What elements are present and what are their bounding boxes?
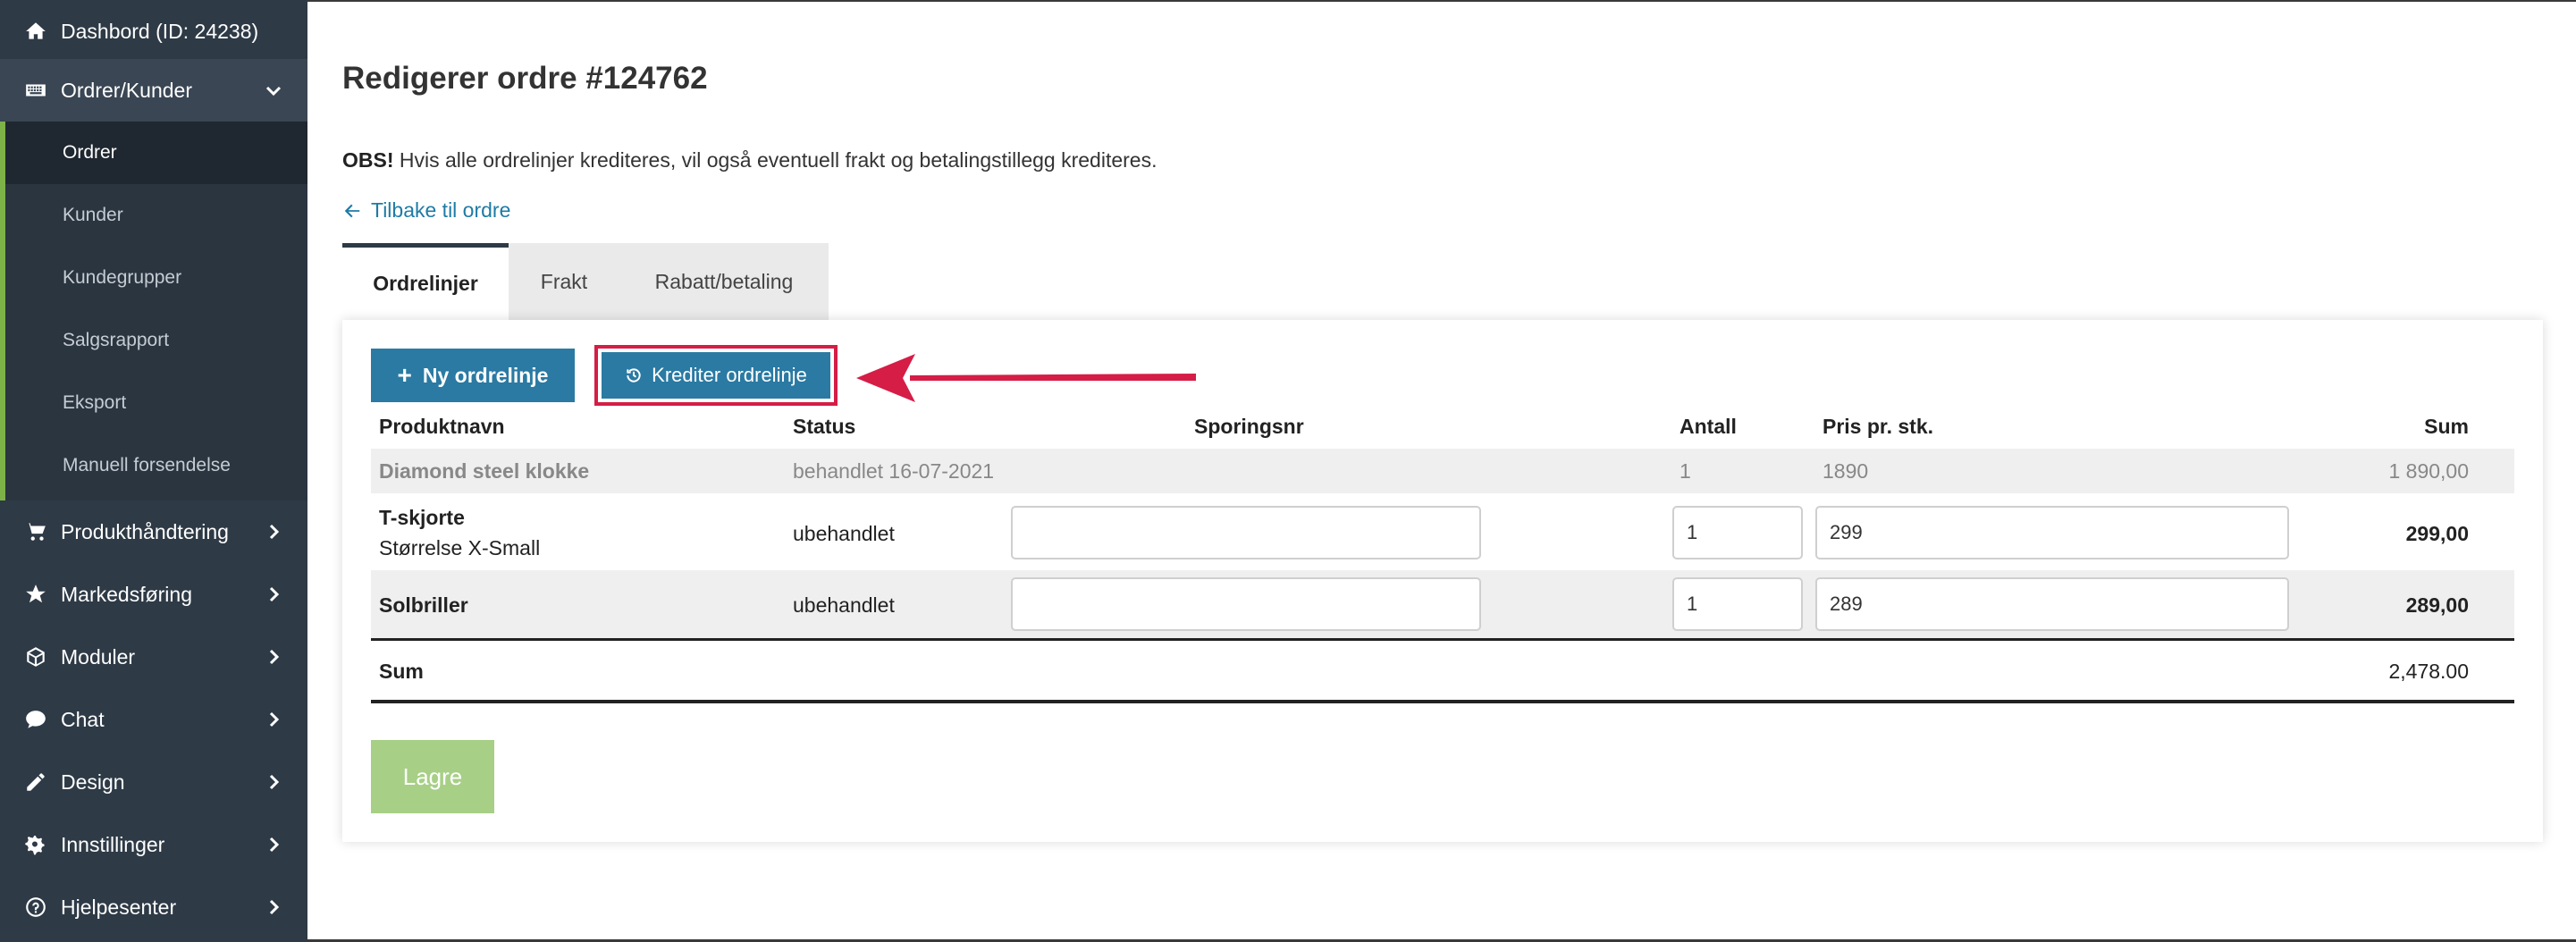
notice-message: Hvis alle ordrelinjer krediteres, vil og… bbox=[393, 148, 1158, 172]
quantity-input[interactable] bbox=[1672, 577, 1803, 631]
table-row: Diamond steel klokke behandlet 16-07-202… bbox=[371, 449, 2514, 493]
column-header-unit-price: Pris pr. stk. bbox=[1823, 415, 1934, 438]
product-name: T-skjorte bbox=[379, 506, 465, 529]
row-unit-price: 1890 bbox=[1823, 459, 1869, 483]
back-to-order-link[interactable]: Tilbake til ordre bbox=[342, 198, 510, 223]
row-sum: 1 890,00 bbox=[2388, 459, 2469, 483]
notice-text: OBS! Hvis alle ordrelinjer krediteres, v… bbox=[342, 148, 1157, 172]
sidebar-item-label: Produkthåndtering bbox=[61, 519, 229, 543]
quantity-input[interactable] bbox=[1672, 506, 1803, 559]
sum-total: 2,478.00 bbox=[2388, 660, 2469, 683]
chevron-right-icon bbox=[263, 771, 284, 793]
column-header-status: Status bbox=[793, 415, 856, 438]
sidebar-item-label: Innstillinger bbox=[61, 832, 165, 856]
product-name: Diamond steel klokke bbox=[379, 459, 590, 483]
chevron-right-icon bbox=[263, 521, 284, 542]
pencil-icon bbox=[23, 770, 48, 795]
sidebar-item-dashboard[interactable]: Dashbord (ID: 24238) bbox=[0, 0, 307, 63]
sidebar-item-label: Hjelpesenter bbox=[61, 895, 177, 919]
plus-icon: + bbox=[397, 361, 412, 389]
sidebar: Dashbord (ID: 24238) Ordrer/Kunder Ordre… bbox=[0, 0, 307, 942]
chevron-down-icon bbox=[263, 80, 284, 101]
row-status: ubehandlet bbox=[793, 522, 895, 545]
sidebar-item-label: Chat bbox=[61, 707, 105, 731]
sidebar-subitem-ordrer[interactable]: Ordrer bbox=[5, 122, 307, 184]
tab-rabatt-betaling[interactable]: Rabatt/betaling bbox=[619, 243, 829, 320]
chevron-right-icon bbox=[263, 896, 284, 918]
product-name: Solbriller bbox=[379, 593, 468, 617]
sidebar-item-moduler[interactable]: Moduler bbox=[0, 626, 307, 688]
sidebar-item-orders-customers[interactable]: Ordrer/Kunder bbox=[0, 59, 307, 122]
divider bbox=[371, 700, 2514, 703]
sidebar-subitem-manuell-forsendelse[interactable]: Manuell forsendelse bbox=[5, 434, 307, 497]
sidebar-subitem-eksport[interactable]: Eksport bbox=[5, 372, 307, 434]
back-link-label: Tilbake til ordre bbox=[371, 198, 511, 222]
star-icon bbox=[23, 582, 48, 607]
history-icon bbox=[627, 368, 641, 383]
credit-order-line-button[interactable]: Krediter ordrelinje bbox=[602, 352, 830, 399]
product-variant: Størrelse X-Small bbox=[379, 536, 541, 559]
sidebar-subitem-kundegrupper[interactable]: Kundegrupper bbox=[5, 247, 307, 309]
column-header-sum: Sum bbox=[2424, 415, 2469, 438]
row-status: behandlet 16-07-2021 bbox=[793, 459, 995, 483]
arrow-left-icon bbox=[344, 204, 360, 217]
notice-label: OBS! bbox=[342, 148, 394, 172]
help-icon bbox=[23, 895, 48, 920]
sidebar-item-label: Markedsføring bbox=[61, 582, 192, 606]
column-header-quantity: Antall bbox=[1679, 415, 1737, 438]
row-quantity: 1 bbox=[1679, 459, 1691, 483]
table-row: Solbriller ubehandlet 289,00 bbox=[371, 570, 2514, 638]
column-header-tracking: Sporingsnr bbox=[1194, 415, 1304, 438]
save-button[interactable]: Lagre bbox=[371, 740, 494, 813]
chevron-right-icon bbox=[263, 709, 284, 730]
sidebar-item-innstillinger[interactable]: Innstillinger bbox=[0, 813, 307, 876]
tracking-input[interactable] bbox=[1011, 577, 1481, 631]
cart-icon bbox=[23, 519, 48, 544]
sum-label: Sum bbox=[379, 660, 424, 683]
order-lines-panel: + Ny ordrelinje Krediter ordrelinje Prod… bbox=[342, 320, 2543, 842]
sidebar-subitem-kunder[interactable]: Kunder bbox=[5, 184, 307, 247]
new-order-line-button[interactable]: + Ny ordrelinje bbox=[371, 349, 575, 402]
tab-ordrelinjer[interactable]: Ordrelinjer bbox=[342, 243, 509, 320]
sidebar-item-label: Dashbord (ID: 24238) bbox=[61, 19, 259, 43]
divider bbox=[371, 638, 2514, 641]
cogs-icon bbox=[23, 832, 48, 857]
page-title: Redigerer ordre #124762 bbox=[342, 61, 708, 96]
chevron-right-icon bbox=[263, 584, 284, 605]
cube-icon bbox=[23, 644, 48, 669]
chevron-right-icon bbox=[263, 834, 284, 855]
sidebar-item-design[interactable]: Design bbox=[0, 751, 307, 813]
keyboard-icon bbox=[23, 78, 48, 103]
sidebar-item-label: Moduler bbox=[61, 644, 136, 669]
sidebar-item-chat[interactable]: Chat bbox=[0, 688, 307, 751]
sidebar-submenu: Ordrer Kunder Kundegrupper Salgsrapport … bbox=[0, 122, 307, 500]
sidebar-item-hjelpesenter[interactable]: Hjelpesenter bbox=[0, 876, 307, 938]
row-sum: 289,00 bbox=[2405, 593, 2469, 617]
tab-frakt[interactable]: Frakt bbox=[509, 243, 619, 320]
tracking-input[interactable] bbox=[1011, 506, 1481, 559]
chat-icon bbox=[23, 707, 48, 732]
annotation-arrow bbox=[856, 354, 1196, 402]
sidebar-item-produkthandtering[interactable]: Produkthåndtering bbox=[0, 500, 307, 563]
column-header-product: Produktnavn bbox=[379, 415, 505, 438]
row-sum: 299,00 bbox=[2405, 522, 2469, 545]
tab-bar: Ordrelinjer Frakt Rabatt/betaling bbox=[342, 243, 829, 320]
sidebar-item-label: Ordrer/Kunder bbox=[61, 78, 193, 102]
top-border bbox=[307, 0, 2576, 2]
unit-price-input[interactable] bbox=[1815, 506, 2289, 559]
table-row: T-skjorte Størrelse X-Small ubehandlet 2… bbox=[371, 493, 2514, 570]
chevron-right-icon bbox=[263, 646, 284, 668]
sidebar-item-markedsforing[interactable]: Markedsføring bbox=[0, 563, 307, 626]
row-status: ubehandlet bbox=[793, 593, 895, 617]
home-icon bbox=[23, 19, 48, 44]
unit-price-input[interactable] bbox=[1815, 577, 2289, 631]
sidebar-subitem-salgsrapport[interactable]: Salgsrapport bbox=[5, 309, 307, 372]
sidebar-item-label: Design bbox=[61, 770, 125, 794]
